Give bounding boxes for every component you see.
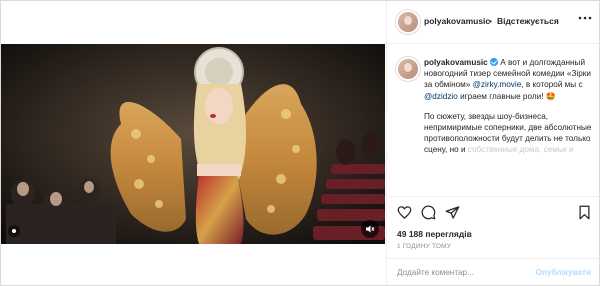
video-frame	[1, 44, 385, 244]
comments-section[interactable]: polyakovamusic А вот и долгожданный ново…	[387, 44, 599, 196]
comment-input[interactable]: Додайте коментар...	[397, 268, 474, 277]
mute-icon[interactable]	[361, 220, 379, 238]
heart-icon[interactable]	[397, 205, 412, 220]
video-indicator	[8, 225, 20, 237]
mention-link[interactable]: @zirky.movie	[473, 80, 522, 89]
instagram-post: polyakovamusic • Відстежується polyakova…	[0, 0, 600, 286]
post-caption: polyakovamusic А вот и долгожданный ново…	[424, 57, 592, 156]
caption-avatar[interactable]	[396, 57, 420, 81]
comment-icon[interactable]	[421, 205, 436, 220]
following-button[interactable]: Відстежується	[497, 16, 559, 26]
view-count[interactable]: 49 188 переглядів	[397, 229, 472, 239]
verified-badge-icon	[490, 58, 498, 66]
post-timestamp[interactable]: 1 ГОДИНУ ТОМУ	[397, 243, 451, 250]
post-header: polyakovamusic • Відстежується	[387, 1, 599, 44]
share-icon[interactable]	[445, 205, 460, 220]
publish-button[interactable]: Опублікувати	[536, 268, 591, 277]
post-actions: 49 188 переглядів 1 ГОДИНУ ТОМУ	[387, 196, 599, 259]
post-video[interactable]	[1, 44, 385, 244]
username[interactable]: polyakovamusic	[424, 16, 490, 26]
post-side-panel: polyakovamusic • Відстежується polyakova…	[386, 1, 599, 285]
caption-author[interactable]: polyakovamusic	[424, 58, 488, 67]
caption-text-3: играем главные роли!	[457, 91, 546, 101]
caption-text-2: , в которой мы с	[521, 80, 583, 90]
separator-dot: •	[489, 16, 492, 26]
caption-paragraph: По сюжету, звезды шоу-бизнеса, непримири…	[424, 111, 592, 156]
emoji: 🤩	[545, 91, 556, 101]
bookmark-icon[interactable]	[577, 205, 592, 220]
avatar[interactable]	[396, 10, 420, 34]
mention-link[interactable]: @dzidzio	[424, 92, 458, 101]
more-horizontal-icon[interactable]	[578, 15, 592, 21]
caption-paragraph-faded: собственные дома, семьи и	[467, 145, 574, 155]
add-comment-bar: Додайте коментар... Опублікувати	[387, 258, 599, 285]
